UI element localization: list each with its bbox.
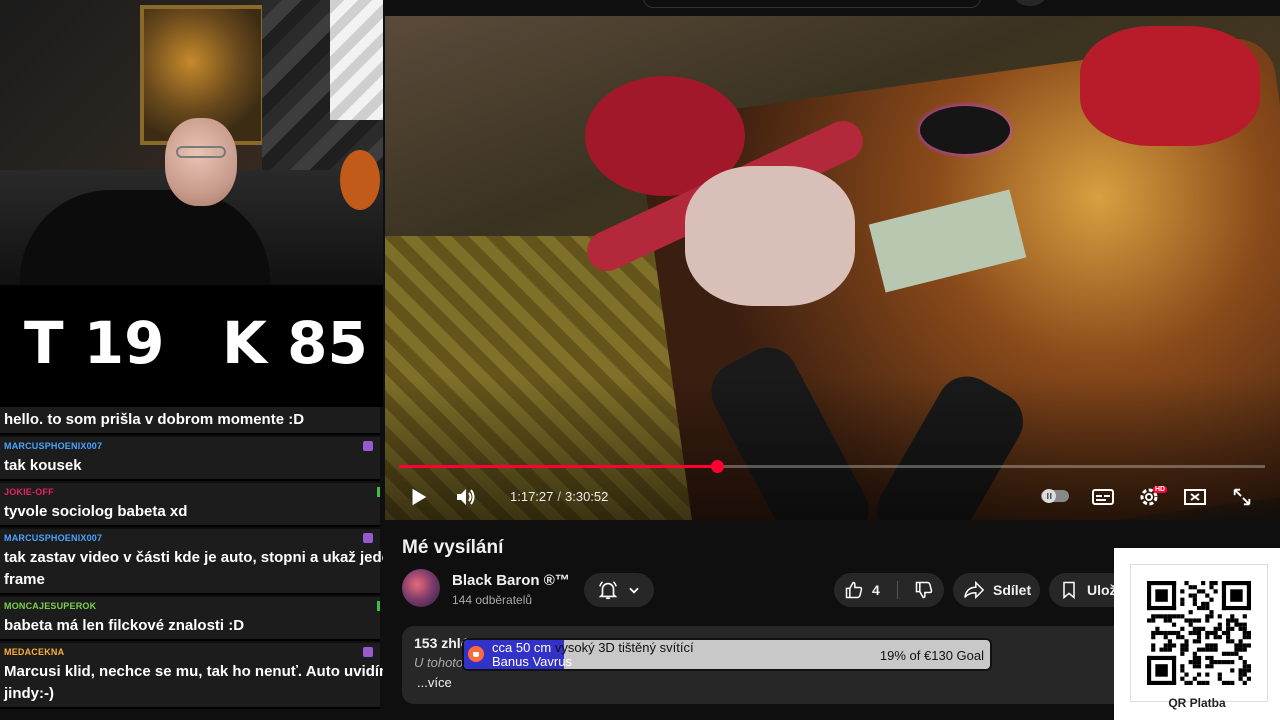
captions-button[interactable] <box>1088 482 1118 512</box>
view-count: 153 zhlé <box>414 635 469 651</box>
save-label: Ulož <box>1087 582 1117 598</box>
progress-played <box>399 465 717 468</box>
chat-username: JOKIE-OFF <box>4 487 54 497</box>
fullscreen-button[interactable] <box>1227 482 1257 512</box>
video-player[interactable]: 1:17:27/3:30:52 HD <box>385 16 1280 520</box>
donation-logo-icon <box>468 646 484 662</box>
thumbs-up-icon <box>845 581 863 599</box>
chat-message-text: tyvole sociolog babeta xd <box>4 503 188 520</box>
like-dislike-group: 4 <box>834 573 944 607</box>
streamer-face <box>165 118 237 206</box>
qr-label: QR Platba <box>1168 696 1226 710</box>
donation-goal-bar: cca 50 cm vysoký 3D tištěný svítící Banu… <box>462 638 992 671</box>
goal-progress-text: 19% of €130 Goal <box>879 648 984 663</box>
duration: 3:30:52 <box>565 489 609 504</box>
autoplay-toggle-icon <box>1041 489 1069 503</box>
voice-search-button[interactable] <box>1015 0 1045 6</box>
chat-message-text: hello. to som prišla v dobrom momente :D <box>4 411 305 428</box>
chat-message-text: babeta má len filckové znalosti :D <box>4 617 245 634</box>
dislike-button[interactable] <box>904 573 944 607</box>
chat-message: MONCAJESUPEROK babeta má len filckové zn… <box>0 597 380 641</box>
description-snippet: U tohoto <box>414 655 464 670</box>
subscriber-count: 144 odběratelů <box>452 593 533 607</box>
notifications-button[interactable] <box>584 573 654 607</box>
volume-icon <box>457 489 475 505</box>
chat-username: MEDACEKNA <box>4 647 65 657</box>
share-label: Sdílet <box>993 582 1032 598</box>
video-title: Mé vysílání <box>402 537 504 558</box>
scrubber-knob[interactable] <box>710 460 724 473</box>
chat-message-text-cont: frame <box>4 571 45 588</box>
score-t: T 19 <box>24 309 165 377</box>
chat-message: MARCUSPHOENIX007 tak zastav video v část… <box>0 529 383 595</box>
video-scene-toy-pink <box>685 166 855 306</box>
chat-message-text: tak kousek <box>4 457 82 474</box>
thumbs-down-icon <box>915 581 933 599</box>
chat-username: MARCUSPHOENIX007 <box>4 533 103 543</box>
bell-icon <box>598 581 618 600</box>
glasses <box>176 146 226 158</box>
chat-message-text: tak zastav video v části kde je auto, st… <box>4 549 383 566</box>
subscriber-badge-icon <box>363 533 373 543</box>
chat-username: MONCAJESUPEROK <box>4 601 97 611</box>
badge-icon <box>377 487 380 497</box>
miniplayer-button[interactable] <box>1180 482 1210 512</box>
play-button[interactable] <box>403 482 433 512</box>
divider <box>897 581 898 599</box>
channel-name[interactable]: Black Baron ®™ <box>452 572 570 589</box>
time-display: 1:17:27/3:30:52 <box>510 489 609 504</box>
masthead <box>385 0 1280 16</box>
qr-code <box>1130 564 1268 702</box>
hd-badge: HD <box>1153 486 1168 493</box>
video-scene-elf <box>1080 26 1260 146</box>
plush-toy <box>340 150 380 210</box>
chat-message: hello. to som prišla v dobrom momente :D <box>0 407 380 435</box>
like-count: 4 <box>872 582 880 598</box>
search-box[interactable] <box>643 0 981 8</box>
chat-message-text-cont: jindy:-) <box>4 685 54 702</box>
share-button[interactable]: Sdílet <box>953 573 1040 607</box>
score-k: K 85 <box>222 309 368 377</box>
score-overlay: T 19 K 85 <box>0 285 383 407</box>
chat-message: MARCUSPHOENIX007 tak kousek <box>0 437 380 481</box>
chat-panel: hello. to som prišla v dobrom momente :D… <box>0 407 383 720</box>
qr-code-image <box>1147 581 1251 685</box>
captions-icon <box>1092 489 1114 505</box>
subscriber-badge-icon <box>363 647 373 657</box>
chat-message-text: Marcusi klid, nechce se mu, tak ho nenuť… <box>4 663 383 680</box>
chat-message: MEDACEKNA Marcusi klid, nechce se mu, ta… <box>0 643 383 709</box>
chevron-down-icon <box>629 587 639 594</box>
play-icon <box>412 488 427 506</box>
chat-message: JOKIE-OFF tyvole sociolog babeta xd <box>0 483 380 527</box>
show-more-link[interactable]: ...více <box>417 675 452 690</box>
subscriber-badge-icon <box>363 441 373 451</box>
mute-button[interactable] <box>451 482 481 512</box>
channel-avatar[interactable] <box>402 569 440 607</box>
badge-icon <box>377 601 380 611</box>
acoustic-panels-white <box>330 0 383 120</box>
share-icon <box>964 580 985 600</box>
chat-username: MARCUSPHOENIX007 <box>4 441 103 451</box>
progress-bar[interactable] <box>399 460 1265 473</box>
miniplayer-icon <box>1184 489 1206 505</box>
like-button[interactable]: 4 <box>834 573 904 607</box>
webcam-feed <box>0 0 383 285</box>
current-time: 1:17:27 <box>510 489 554 504</box>
goal-title: cca 50 cm vysoký 3D tištěný svítící Banu… <box>492 640 694 669</box>
bookmark-icon <box>1063 581 1075 600</box>
video-scene-mouse <box>920 106 1010 154</box>
fullscreen-icon <box>1233 488 1251 506</box>
qr-payment-card: QR Platba <box>1114 548 1280 720</box>
autoplay-toggle[interactable] <box>1039 486 1071 506</box>
